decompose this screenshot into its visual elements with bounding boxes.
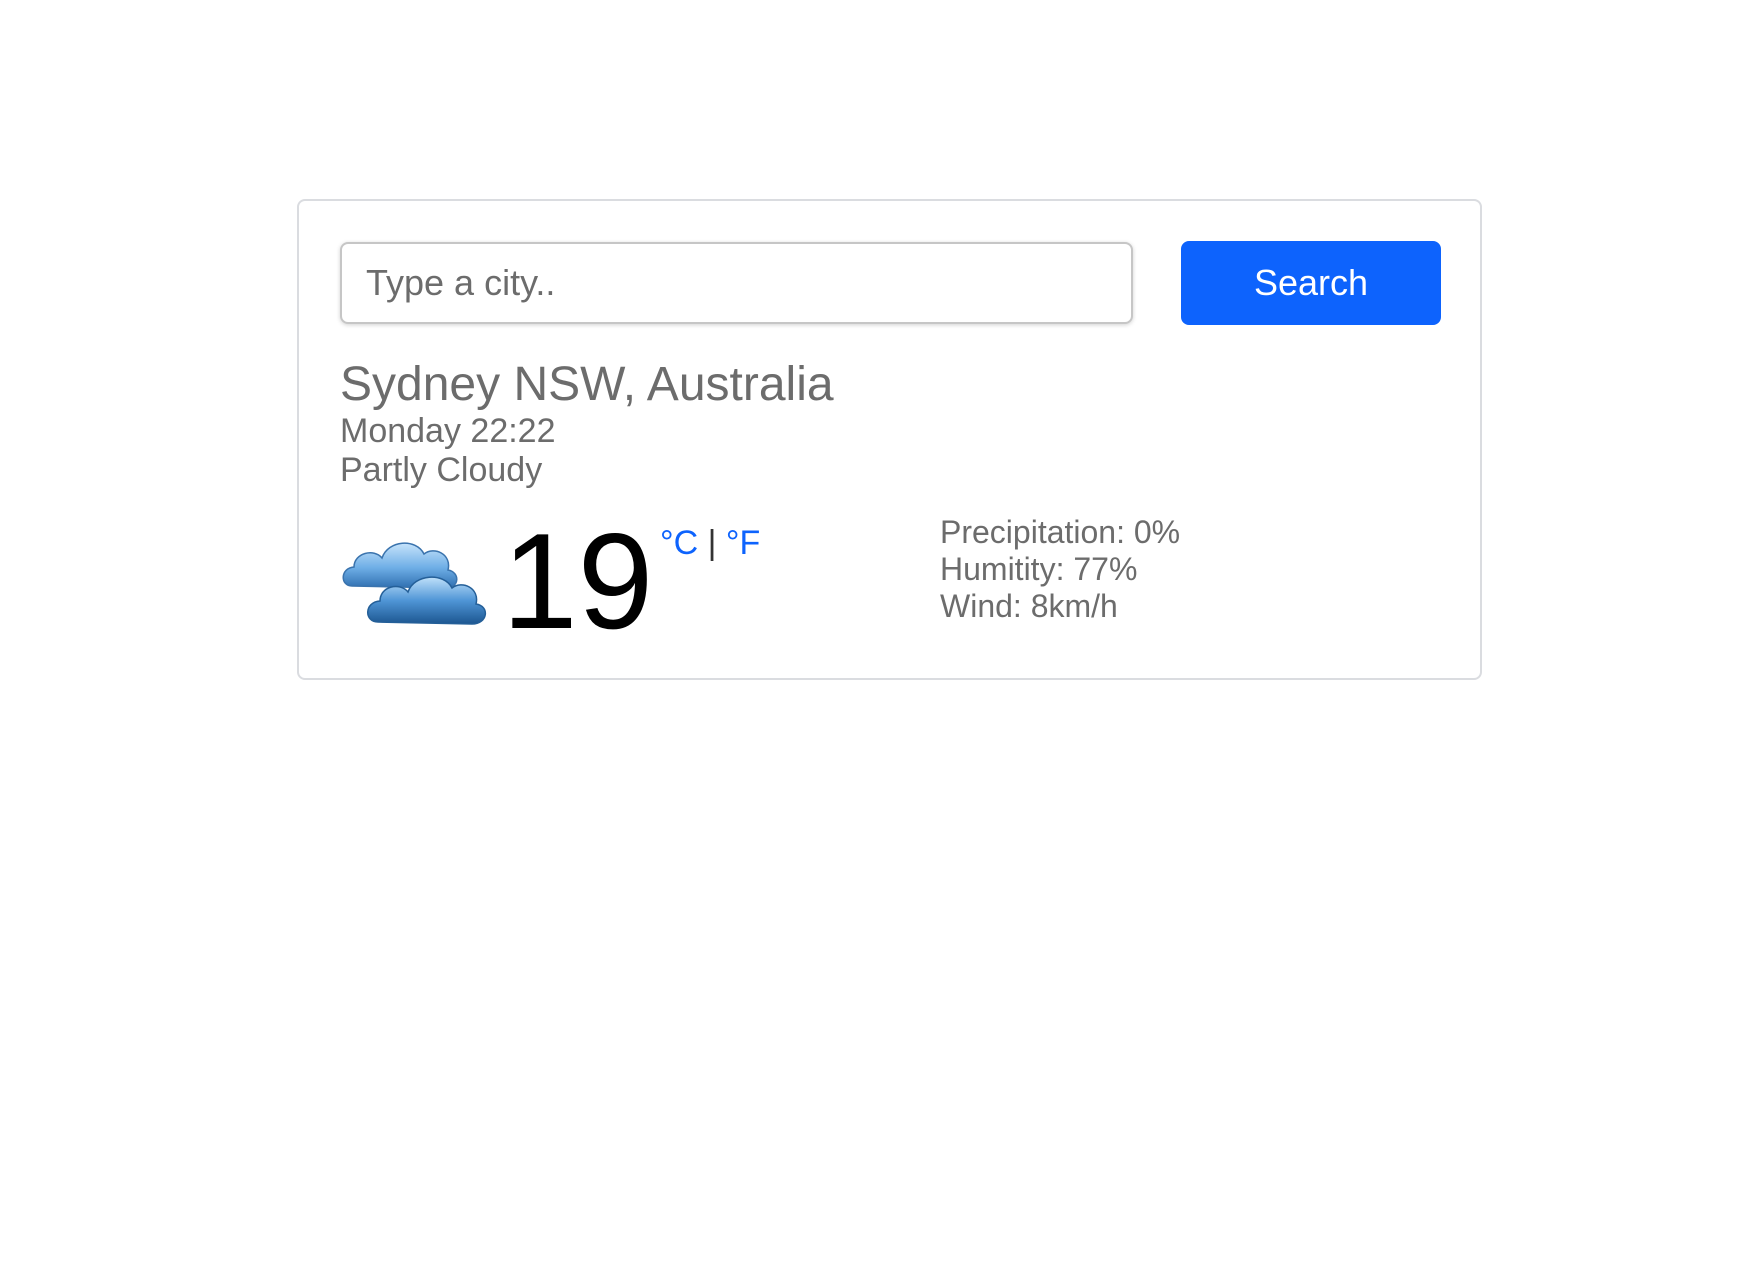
wind-item: Wind: 8km/h bbox=[940, 588, 1118, 624]
date-time: Monday 22:22 bbox=[340, 412, 556, 450]
search-button[interactable]: Search bbox=[1181, 241, 1441, 325]
temperature-value: 19 bbox=[502, 505, 654, 657]
cloud-icon bbox=[342, 542, 486, 625]
celsius-link[interactable]: °C bbox=[660, 524, 698, 562]
weather-details-list: Precipitation: 0% Humitity: 77% Wind: 8k… bbox=[940, 514, 1180, 625]
unit-toggle: °C | °F bbox=[660, 523, 760, 563]
precipitation-item: Precipitation: 0% bbox=[940, 514, 1181, 550]
weather-description: Partly Cloudy bbox=[340, 451, 543, 489]
weather-card: Search Sydney NSW, Australia Monday 22:2… bbox=[297, 199, 1482, 680]
unit-separator: | bbox=[707, 524, 717, 562]
search-input[interactable] bbox=[340, 242, 1133, 324]
humidity-item: Humitity: 77% bbox=[940, 551, 1138, 587]
fahrenheit-link[interactable]: °F bbox=[726, 524, 760, 562]
city-name: Sydney NSW, Australia bbox=[340, 358, 834, 411]
